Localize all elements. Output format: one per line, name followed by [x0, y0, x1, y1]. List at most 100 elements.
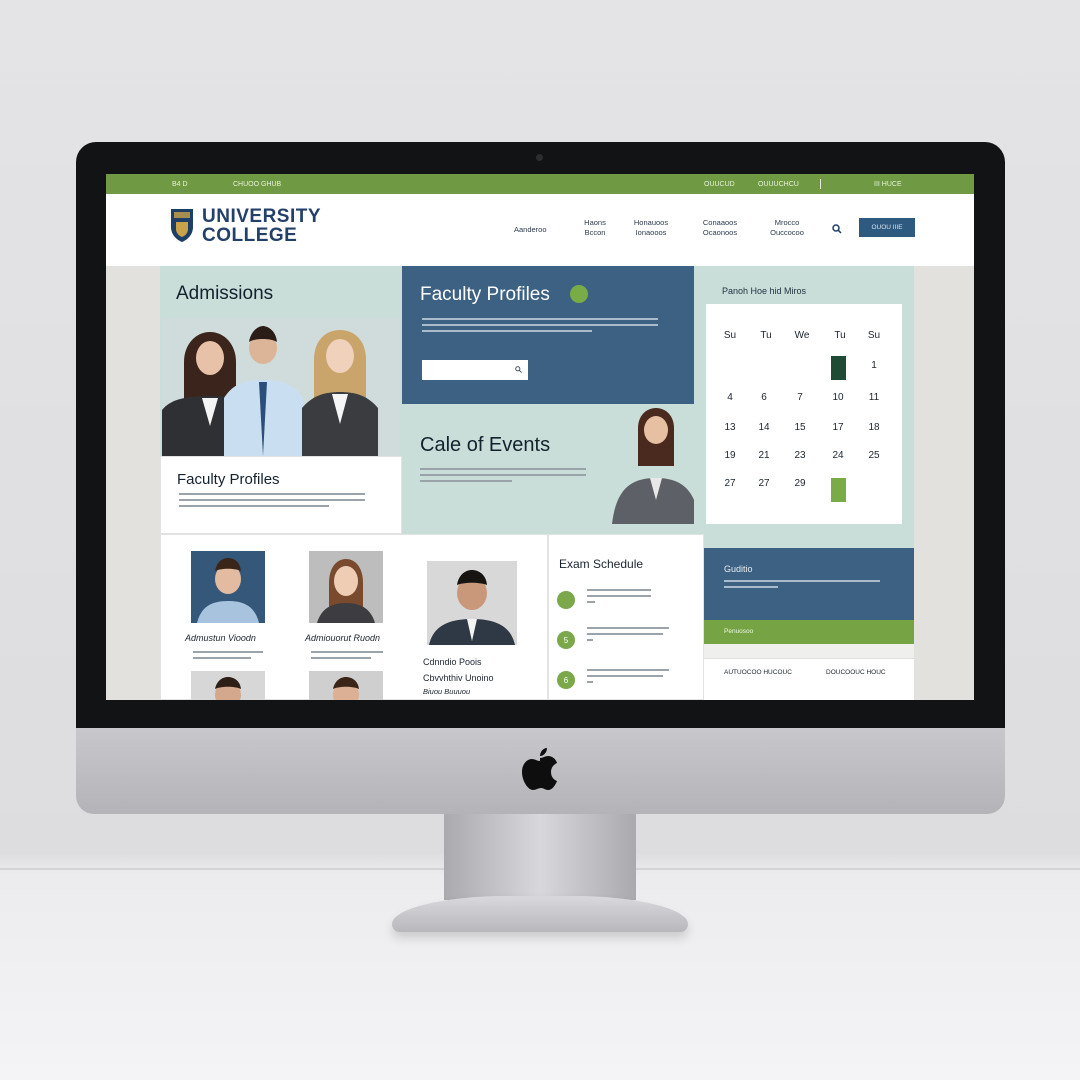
calendar-day[interactable]: 11: [860, 392, 888, 403]
faculty-search-input[interactable]: [422, 360, 528, 380]
calendar-day[interactable]: 18: [860, 422, 888, 433]
events-panel[interactable]: Cale of Events: [402, 404, 694, 534]
weekday-label: Su: [723, 330, 737, 341]
footer-link[interactable]: AUTUOCOO HUCOUC: [724, 669, 792, 676]
weekday-label: We: [794, 330, 810, 341]
nav-item-4[interactable]: Conaaoos Ocaonoos: [692, 218, 748, 238]
guide-text-lines: [724, 580, 880, 588]
divider: [820, 179, 821, 189]
calendar-day[interactable]: 17: [824, 422, 852, 433]
calendar-day[interactable]: 13: [716, 422, 744, 433]
exam-item-text: [587, 627, 669, 641]
apple-logo-icon: [522, 748, 557, 790]
header-cta-button[interactable]: OUOU IIIE: [859, 218, 915, 237]
faculty-photo[interactable]: [191, 551, 265, 623]
exam-item-marker[interactable]: [557, 591, 575, 609]
monitor-stand: [444, 814, 636, 900]
monitor-base: [392, 896, 688, 932]
calendar-day[interactable]: 27: [750, 478, 778, 489]
calendar-selected-day[interactable]: [831, 356, 846, 380]
calendar-day[interactable]: 29: [786, 478, 814, 489]
faculty-profiles-title: Faculty Profiles: [420, 284, 550, 305]
calendar-day[interactable]: 7: [786, 392, 814, 403]
nav-item-1[interactable]: Aanderoo: [514, 225, 547, 235]
faculty-photo[interactable]: [309, 551, 383, 623]
exam-schedule-title: Exam Schedule: [559, 557, 644, 571]
utility-link[interactable]: OUUCUD: [704, 181, 735, 188]
calendar-panel: Panoh Hoe hid Miros Su Tu We Tu Su 1 4 6…: [694, 266, 914, 548]
guide-panel[interactable]: Guditio: [704, 548, 914, 620]
events-title: Cale of Events: [420, 434, 551, 456]
calendar-grid: Su Tu We Tu Su 1 4 6 7 10 11 13 14 15 17…: [706, 304, 902, 524]
card-text-lines: [179, 493, 365, 507]
calendar-day[interactable]: 1: [860, 360, 888, 371]
faculty-photo[interactable]: [191, 671, 265, 700]
website-screen: B4 D CHUOO GHUB OUUCUD OUUUCHCU III HUCE…: [106, 174, 974, 700]
events-speaker-photo: [612, 408, 694, 524]
events-text-lines: [420, 468, 586, 482]
calendar-day[interactable]: 25: [860, 450, 888, 461]
calendar-day[interactable]: 10: [824, 392, 852, 403]
crest-shield-icon[interactable]: [170, 208, 194, 243]
admissions-title: Admissions: [176, 283, 274, 304]
calendar-event-day[interactable]: [831, 478, 846, 502]
footer-link[interactable]: DOUCOOUC HOUC: [826, 669, 886, 676]
exam-item-text: [587, 589, 651, 603]
nav-item-2[interactable]: Haons Bccon: [578, 218, 612, 238]
webcam: [536, 154, 543, 161]
search-icon[interactable]: [515, 366, 522, 373]
faculty-photo[interactable]: [427, 561, 517, 645]
nav-item-5[interactable]: Mrocco Ouccocoo: [760, 218, 814, 238]
admissions-group-photo: [162, 318, 400, 456]
exam-item-marker[interactable]: 5: [557, 631, 575, 649]
guide-action-bar[interactable]: Penuosoo: [704, 620, 914, 644]
utility-link[interactable]: CHUOO GHUB: [233, 181, 281, 188]
exam-item-marker[interactable]: 6: [557, 671, 575, 689]
nav-item-3[interactable]: Honauoos Ionaooos: [624, 218, 678, 238]
weekday-label: Tu: [834, 330, 846, 341]
calendar-day[interactable]: 27: [716, 478, 744, 489]
faculty-name[interactable]: Cdnndio Poois: [423, 657, 482, 667]
calendar-day[interactable]: 15: [786, 422, 814, 433]
faculty-name[interactable]: Admustun Vioodn: [185, 633, 256, 643]
logo-line-2: COLLEGE: [202, 225, 298, 246]
right-margin: [914, 266, 974, 700]
site-logo[interactable]: UNIVERSITY COLLEGE: [202, 207, 321, 245]
weekday-label: Tu: [760, 330, 772, 341]
calendar-day[interactable]: 23: [786, 450, 814, 461]
faculty-profiles-card[interactable]: Faculty Profiles: [160, 456, 402, 534]
logo-line-1: UNIVERSITY: [202, 206, 322, 227]
guide-action-label: Penuosoo: [724, 628, 754, 635]
calendar-day[interactable]: 21: [750, 450, 778, 461]
search-icon[interactable]: [832, 224, 842, 234]
calendar-day[interactable]: 6: [750, 392, 778, 403]
utility-link[interactable]: III HUCE: [874, 181, 902, 188]
faculty-profiles-card-title: Faculty Profiles: [177, 471, 280, 488]
faculty-bio-lines: [193, 651, 263, 659]
faculty-subtitle: Biuou Buuuou: [423, 687, 471, 696]
weekday-label: Su: [867, 330, 881, 341]
faculty-name[interactable]: Admiouorut Ruodn: [305, 633, 380, 643]
calendar-day[interactable]: 4: [716, 392, 744, 403]
faculty-profiles-badge[interactable]: [570, 285, 588, 303]
left-margin: [106, 266, 160, 700]
footer-links: AUTUOCOO HUCOUC DOUCOOUC HOUC: [704, 658, 914, 700]
utility-bar: B4 D CHUOO GHUB OUUCUD OUUUCHCU III HUCE: [106, 174, 974, 194]
exam-item-text: [587, 669, 669, 683]
calendar-day[interactable]: 19: [716, 450, 744, 461]
site-header: UNIVERSITY COLLEGE Aanderoo Haons Bccon …: [106, 194, 974, 266]
faculty-directory: Admustun Vioodn Admiouorut Ruodn Cdnndio…: [160, 534, 548, 700]
faculty-profiles-panel: Faculty Profiles: [402, 266, 694, 404]
calendar-day[interactable]: 24: [824, 450, 852, 461]
calendar-heading: Panoh Hoe hid Miros: [722, 286, 807, 296]
guide-title: Guditio: [724, 564, 753, 574]
utility-link[interactable]: OUUUCHCU: [758, 181, 799, 188]
exam-schedule-panel: Exam Schedule 5 6: [548, 534, 704, 700]
panel-text-lines: [422, 318, 658, 332]
faculty-bio-lines: [311, 651, 383, 659]
calendar-day[interactable]: 14: [750, 422, 778, 433]
faculty-title: Cbvvhthiv Unoino: [423, 673, 494, 683]
utility-link[interactable]: B4 D: [172, 181, 188, 188]
faculty-photo[interactable]: [309, 671, 383, 700]
admissions-panel[interactable]: Admissions: [160, 266, 402, 456]
